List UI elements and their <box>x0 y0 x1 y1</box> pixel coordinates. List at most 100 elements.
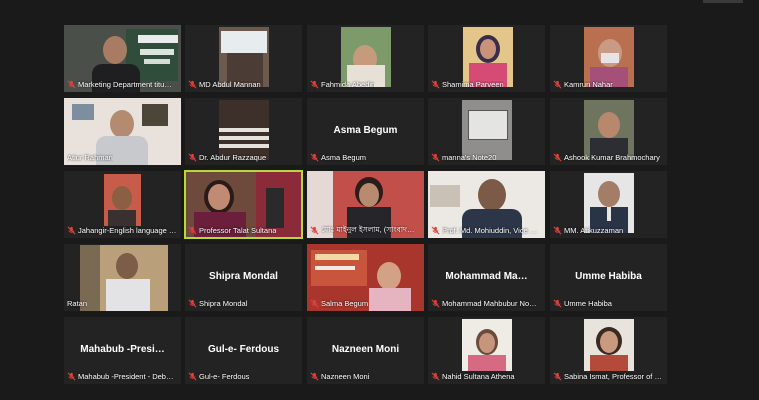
participant-caption: Mahabub -President - Deb… <box>67 371 178 382</box>
participant-caption: Shipra Mondal <box>188 298 299 309</box>
participant-name: Marketing Department titu… <box>78 80 172 89</box>
participant-tile[interactable]: manna's Note20 <box>428 98 545 165</box>
participant-video <box>462 100 512 160</box>
mic-muted-icon <box>310 153 319 162</box>
participant-tile[interactable]: Nahid Sultana Athena <box>428 317 545 384</box>
participant-display-name: Mahabub -Presi… <box>80 344 165 355</box>
participant-caption: Mohammad Mahbubur No… <box>431 298 542 309</box>
participant-video <box>463 27 513 87</box>
participant-caption: Ratan <box>67 298 178 309</box>
participant-name: Kamrun Nahar <box>564 80 613 89</box>
participant-name: Jahangir-English language … <box>78 226 177 235</box>
mic-muted-icon <box>553 299 562 308</box>
mic-muted-icon <box>553 153 562 162</box>
participant-caption: Kamrun Nahar <box>553 79 664 90</box>
participant-video <box>104 174 141 226</box>
participant-name: Shipra Mondal <box>199 299 248 308</box>
participant-display-name: Shipra Mondal <box>209 271 278 282</box>
participant-video <box>219 100 269 160</box>
participant-tile[interactable]: Mohammad Ma… Mohammad Mahbubur No… <box>428 244 545 311</box>
mic-muted-icon <box>553 80 562 89</box>
participant-tile[interactable]: Salma Begum <box>307 244 424 311</box>
participant-name: Fahmida Abedin <box>321 80 376 89</box>
participant-caption: MD Abdul Mannan <box>188 79 299 90</box>
participant-caption: Ashook Kumar Brahmochary <box>553 152 664 163</box>
participant-caption: Fahmida Abedin <box>310 79 421 90</box>
mic-muted-icon <box>553 372 562 381</box>
participant-caption: Dr. Abdur Razzaque <box>188 152 299 163</box>
participant-tile[interactable]: Shipra Mondal Shipra Mondal <box>185 244 302 311</box>
participant-name: Gul-e- Ferdous <box>199 372 250 381</box>
participant-tile[interactable]: Mahabub -Presi… Mahabub -President - Deb… <box>64 317 181 384</box>
participant-video <box>584 100 634 160</box>
participant-caption: Sabina Ismat, Professor of … <box>553 371 664 382</box>
participant-name: MM. Atikuzzaman <box>564 226 624 235</box>
participant-tile[interactable]: মোঃ মাইনুল ইসলাম, (সাংবাদ… <box>307 171 424 238</box>
participant-caption: MM. Atikuzzaman <box>553 225 664 236</box>
participant-tile[interactable]: Shamima Parveen <box>428 25 545 92</box>
participant-tile[interactable]: Prof. Md. Mohiuddin, Vice Pri… <box>428 171 545 238</box>
participant-video <box>462 319 512 371</box>
participant-caption: Asma Begum <box>310 152 421 163</box>
mic-muted-icon <box>188 80 197 89</box>
participant-display-name: Asma Begum <box>333 125 398 136</box>
participant-tile[interactable]: Kamrun Nahar <box>550 25 667 92</box>
participant-tile[interactable]: MM. Atikuzzaman <box>550 171 667 238</box>
participant-video <box>219 27 269 87</box>
participant-name: Sabina Ismat, Professor of … <box>564 372 662 381</box>
participant-tile[interactable]: Jahangir-English language … <box>64 171 181 238</box>
participant-display-name: Mohammad Ma… <box>445 271 528 282</box>
participant-name: মোঃ মাইনুল ইসলাম, (সাংবাদ… <box>321 224 415 234</box>
participant-caption: Marketing Department titu… <box>67 79 178 90</box>
mic-muted-icon <box>188 299 197 308</box>
participant-tile[interactable]: Ashook Kumar Brahmochary <box>550 98 667 165</box>
participant-name: Mohammad Mahbubur No… <box>442 299 537 308</box>
participant-tile[interactable]: Sabina Ismat, Professor of … <box>550 317 667 384</box>
participant-tile[interactable]: Ratan <box>64 244 181 311</box>
participant-display-name: Nazneen Moni <box>331 344 400 355</box>
participant-tile-active-speaker[interactable]: Professor Talat Sultana <box>184 170 303 239</box>
mic-muted-icon <box>310 226 319 235</box>
mic-muted-icon <box>67 226 76 235</box>
participant-caption: Salma Begum <box>310 298 421 309</box>
participant-name: Salma Begum <box>321 299 369 308</box>
participant-display-name: Gul-e- Ferdous <box>207 344 280 355</box>
participant-name: Ratan <box>67 299 88 308</box>
participant-tile[interactable]: Dr. Abdur Razzaque <box>185 98 302 165</box>
participant-display-name: Umme Habiba <box>575 271 642 282</box>
mic-muted-icon <box>431 372 440 381</box>
participant-caption: Nazneen Moni <box>310 371 421 382</box>
mic-muted-icon <box>553 226 562 235</box>
participant-caption: Prof. Md. Mohiuddin, Vice Pri… <box>431 225 542 236</box>
participant-name: Atiur Rahman <box>67 153 113 162</box>
participant-name: MD Abdul Mannan <box>199 80 261 89</box>
mic-muted-icon <box>431 153 440 162</box>
participant-name: Professor Talat Sultana <box>199 226 277 235</box>
top-toolbar-strip <box>703 0 743 3</box>
participant-name: Shamima Parveen <box>442 80 504 89</box>
participant-caption: Shamima Parveen <box>431 79 542 90</box>
participant-tile[interactable]: MD Abdul Mannan <box>185 25 302 92</box>
participant-tile[interactable]: Fahmida Abedin <box>307 25 424 92</box>
participant-tile[interactable]: Asma Begum Asma Begum <box>307 98 424 165</box>
participant-name: Umme Habiba <box>564 299 612 308</box>
mic-muted-icon <box>188 372 197 381</box>
participant-tile[interactable]: Gul-e- Ferdous Gul-e- Ferdous <box>185 317 302 384</box>
mic-muted-icon <box>431 299 440 308</box>
participant-caption: Jahangir-English language … <box>67 225 178 236</box>
participant-name: Asma Begum <box>321 153 367 162</box>
participant-video <box>341 27 391 87</box>
participant-caption: Umme Habiba <box>553 298 664 309</box>
participant-caption: manna's Note20 <box>431 152 542 163</box>
participant-tile[interactable]: Nazneen Moni Nazneen Moni <box>307 317 424 384</box>
mic-muted-icon <box>188 153 197 162</box>
participant-caption: Gul-e- Ferdous <box>188 371 299 382</box>
participant-tile[interactable]: Atiur Rahman <box>64 98 181 165</box>
participant-video <box>584 319 634 371</box>
participant-tile[interactable]: Umme Habiba Umme Habiba <box>550 244 667 311</box>
participant-name: Nahid Sultana Athena <box>442 372 515 381</box>
participant-name: Nazneen Moni <box>321 372 370 381</box>
participant-tile[interactable]: Marketing Department titu… <box>64 25 181 92</box>
mic-muted-icon <box>431 80 440 89</box>
mic-muted-icon <box>67 372 76 381</box>
